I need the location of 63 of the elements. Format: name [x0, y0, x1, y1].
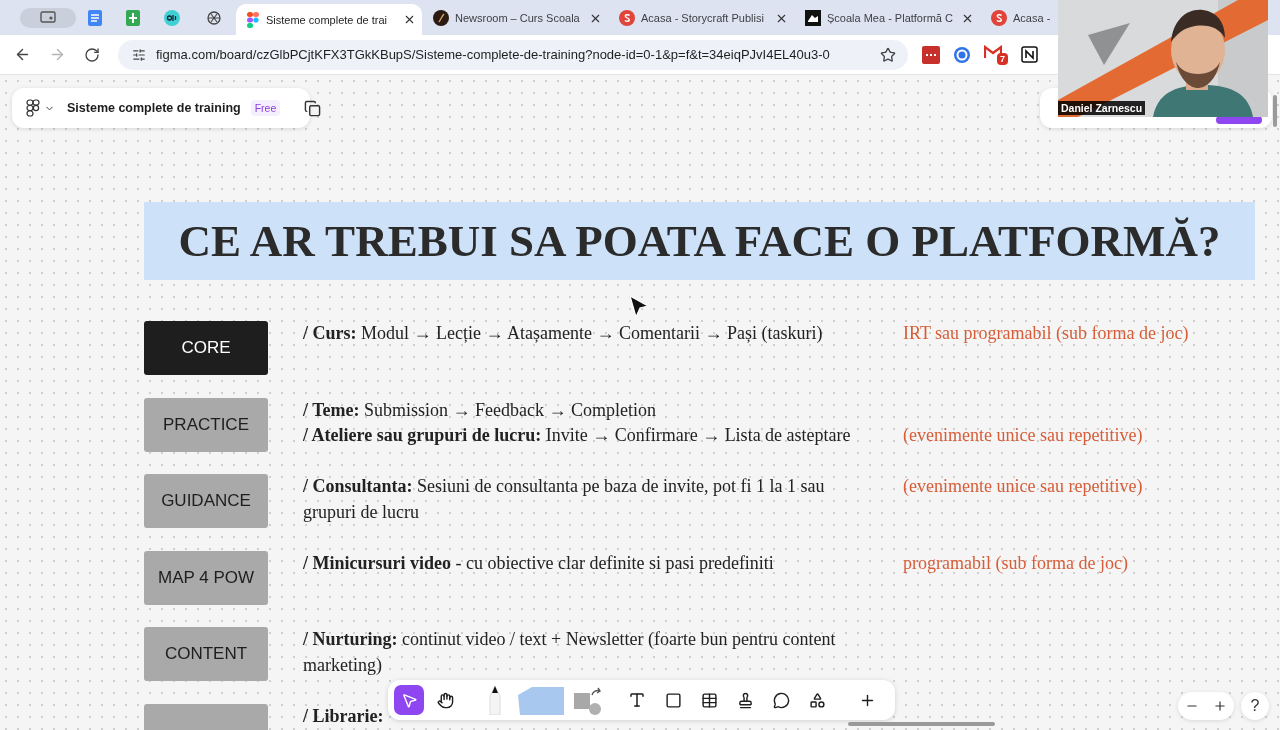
hand-icon — [436, 691, 454, 709]
close-icon[interactable] — [403, 13, 416, 26]
table-icon — [700, 691, 718, 709]
browser-tab[interactable]: Acasa - — [980, 4, 1056, 32]
spreadsheet-icon — [126, 9, 140, 26]
pen-icon — [487, 685, 503, 715]
category-label: CONTENT — [144, 627, 268, 682]
reload-icon[interactable] — [84, 46, 100, 63]
note-text: (evenimente unice sau repetitive) — [903, 475, 1144, 499]
scrollbar[interactable] — [1273, 95, 1277, 127]
browser-tab[interactable]: Acasa - Storycraft Publisi — [608, 4, 794, 32]
feature-text: / Curs: Modul → Lecție → Atașamente → Comentarii → Pași (taskuri) — [303, 322, 823, 345]
scrollbar[interactable] — [848, 722, 995, 726]
browser-tab[interactable]: Școala Mea - Platformă C — [794, 4, 980, 32]
screen-icon — [40, 11, 56, 24]
participant-name: Daniel Zarnescu — [1058, 101, 1146, 115]
school-logo-icon — [805, 10, 821, 26]
text-icon — [628, 691, 646, 709]
shapes-icon — [572, 685, 602, 715]
category-label: MAP 4 POW — [144, 550, 268, 605]
widgets-icon — [808, 691, 826, 709]
note-text: programabil (sub forma de joc) — [903, 551, 1129, 575]
file-name[interactable]: Sisteme complete de training — [67, 101, 241, 115]
board-title: CE AR TREBUI SA POATA FACE O PLATFORMĂ? — [178, 215, 1221, 267]
figma-logo-icon — [26, 99, 40, 117]
plus-icon — [1213, 699, 1227, 713]
plan-label: Free — [250, 100, 281, 116]
figma-logo-icon — [246, 10, 260, 29]
circle-icon — [164, 9, 180, 26]
feature-text: / Consultanta: Sesiuni de consultanta pe baza de invite, pot fi 1 la 1 sau grupuri de lucru — [303, 475, 826, 524]
site-logo-icon — [991, 10, 1007, 26]
pointer-icon — [400, 691, 418, 709]
feature-text: / Librarie: — [303, 704, 384, 728]
site-settings-icon[interactable] — [132, 47, 146, 62]
select-tool[interactable] — [394, 685, 424, 715]
notification-badge: 7 — [997, 52, 1008, 65]
category-label: PRACTICE — [144, 397, 268, 452]
knot-icon — [206, 9, 222, 26]
feature-text: / Ateliere sau grupuri de lucru: Invite → Confirmare → Lista de asteptare — [303, 424, 851, 448]
stamp-icon — [736, 691, 754, 709]
dark-circle-icon — [433, 10, 449, 26]
pages-icon[interactable] — [304, 99, 322, 117]
extension-icon[interactable] — [1021, 46, 1038, 63]
frame-icon — [664, 691, 682, 709]
pinned-tab[interactable] — [20, 7, 76, 28]
feature-text: / Minicursuri video - cu obiective clar definite si pasi predefiniti — [303, 551, 774, 575]
feature-text: / Teme: Submission → Feedback → Completion — [303, 398, 656, 422]
bookmark-star-icon[interactable] — [880, 46, 896, 63]
site-logo-icon — [619, 10, 635, 26]
feature-text: / Nurturing: continut video / text + Newsletter (foarte bun pentru content marketing) — [303, 628, 837, 677]
browser-tab[interactable]: Newsroom – Curs Scoala — [422, 4, 608, 32]
mail-extension[interactable]: 7 — [984, 44, 1008, 65]
address-field[interactable]: figma.com/board/czGlbPCjtKFX3TGkKBupS/Sisteme-complete-de-training?node-id=0-1&p=f&t=34eiqPJvI4EL40u3-0 — [118, 39, 908, 70]
category-label: CORE — [144, 321, 268, 375]
note-text: IRT sau programabil (sub forma de joc) — [903, 322, 1190, 345]
back-icon[interactable] — [14, 46, 31, 63]
note-text: (evenimente unice sau repetitive) — [903, 424, 1144, 448]
category-label: GUIDANCE — [144, 474, 268, 529]
document-icon — [88, 9, 102, 26]
help-button[interactable]: ? — [1241, 692, 1269, 720]
browser-tab[interactable]: Sisteme complete de trai — [236, 4, 422, 35]
sticky-note-icon — [516, 685, 566, 715]
comment-icon — [772, 691, 790, 709]
